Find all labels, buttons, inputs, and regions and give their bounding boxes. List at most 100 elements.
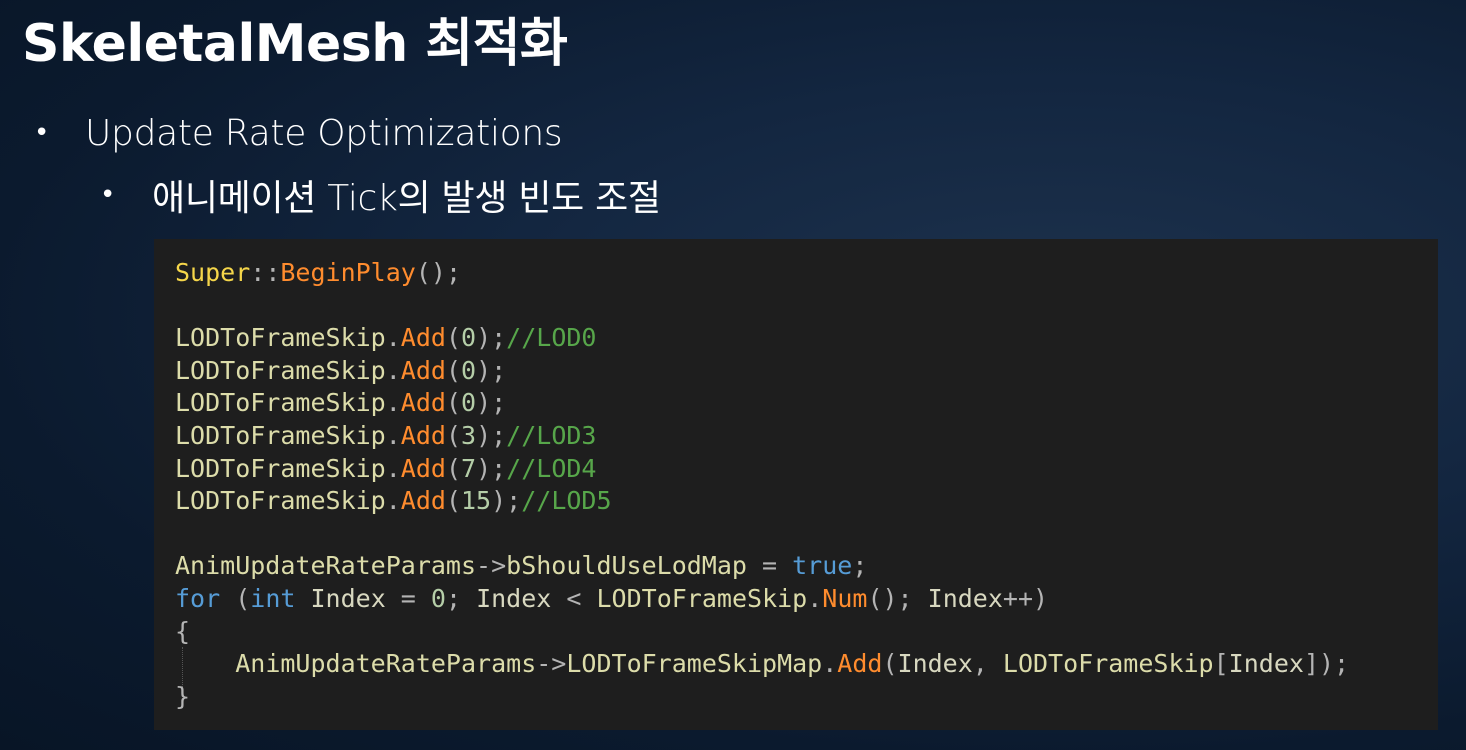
code-token: int <box>250 583 296 613</box>
code-token: 3 <box>461 420 477 450</box>
code-token: Index <box>476 583 552 613</box>
code-token: . <box>385 420 401 450</box>
code-line: AnimUpdateRateParams->bShouldUseLodMap =… <box>175 550 1349 583</box>
code-token: 0 <box>461 323 477 353</box>
code-token: ]); <box>1303 649 1350 679</box>
code-line: for (int Index = 0; Index < LODToFrameSk… <box>175 583 1349 616</box>
code-token: LODToFrameSkip <box>596 583 808 613</box>
code-token: ; <box>852 551 868 581</box>
code-token: ( <box>445 420 461 450</box>
code-token: Super <box>175 258 251 287</box>
code-token: 0 <box>461 355 477 385</box>
code-token: . <box>385 323 401 353</box>
bullet-dot-icon: • <box>34 118 50 148</box>
code-line: { <box>175 616 1349 649</box>
code-token: ( <box>445 323 461 353</box>
code-token: Index <box>310 583 386 613</box>
code-token: (); <box>415 258 461 287</box>
code-line: LODToFrameSkip.Add(7);//LOD4 <box>175 453 1349 486</box>
code-token: ); <box>491 486 522 516</box>
code-token: ( <box>445 355 461 385</box>
code-token: ); <box>476 355 507 385</box>
code-token: 7 <box>461 453 477 483</box>
code-line: } <box>175 681 1349 714</box>
code-token: LODToFrameSkip <box>175 486 386 516</box>
code-token: LODToFrameSkip <box>1002 649 1214 679</box>
code-line: LODToFrameSkip.Add(0); <box>175 387 1349 420</box>
code-token: Add <box>400 420 446 450</box>
code-token: ( <box>445 486 461 516</box>
code-token: ); <box>476 420 507 450</box>
code-token: . <box>822 649 838 679</box>
code-token: Index <box>897 649 973 679</box>
code-panel: Super::BeginPlay(); LODToFrameSkip.Add(0… <box>154 239 1438 730</box>
code-token: = <box>385 583 431 613</box>
bullet-text: 애니메이션 Tick의 발생 빈도 조절 <box>152 178 661 219</box>
code-token: Add <box>400 388 446 418</box>
code-token: LODToFrameSkip <box>175 388 386 418</box>
bullet-dot-icon: • <box>100 180 116 210</box>
code-line: LODToFrameSkip.Add(15);//LOD5 <box>175 485 1349 518</box>
code-token: Index <box>927 583 1003 613</box>
code-token: true <box>792 551 853 581</box>
code-line: LODToFrameSkip.Add(0);//LOD0 <box>175 322 1349 355</box>
code-token: . <box>807 583 823 613</box>
code-line: AnimUpdateRateParams->LODToFrameSkipMap.… <box>175 648 1349 681</box>
code-token: ); <box>476 453 507 483</box>
code-token: ( <box>445 388 461 418</box>
code-token: LODToFrameSkip <box>175 420 386 450</box>
code-token: ++) <box>1002 583 1049 613</box>
code-token: ); <box>476 388 507 418</box>
code-token: Add <box>400 323 446 353</box>
code-token: 0 <box>461 388 477 418</box>
code-token: Num <box>822 583 868 613</box>
code-token: ); <box>476 323 507 353</box>
code-token: . <box>385 388 401 418</box>
code-token: //LOD0 <box>506 323 597 353</box>
code-token: (); <box>867 583 928 613</box>
code-token: -> <box>536 649 567 679</box>
code-token: Add <box>400 355 446 385</box>
code-token: BeginPlay <box>280 258 416 287</box>
code-token: //LOD3 <box>506 420 597 450</box>
code-token: Index <box>1228 649 1304 679</box>
code-token: { <box>175 616 191 646</box>
code-token: ( <box>882 649 898 679</box>
code-token: [ <box>1213 649 1229 679</box>
code-token: LODToFrameSkip <box>175 453 386 483</box>
code-token: . <box>385 486 401 516</box>
code-token: LODToFrameSkip <box>175 355 386 385</box>
code-token: Add <box>400 486 446 516</box>
bullet-text: Update Rate Optimizations <box>85 112 563 154</box>
code-token: ( <box>220 583 251 613</box>
code-token: ; <box>445 583 477 613</box>
code-token: bShouldUseLodMap <box>506 551 747 581</box>
code-token: //LOD4 <box>506 453 597 483</box>
code-token: LODToFrameSkipMap <box>566 649 823 679</box>
code-token: Add <box>400 453 446 483</box>
code-line: Super::BeginPlay(); <box>175 257 1349 290</box>
code-token: AnimUpdateRateParams <box>175 551 477 581</box>
code-token: < <box>551 583 597 613</box>
code-token: //LOD5 <box>521 486 612 516</box>
code-token: . <box>385 453 401 483</box>
code-token: . <box>385 355 401 385</box>
code-token: } <box>175 681 191 711</box>
slide-title: SkeletalMesh 최적화 <box>22 14 568 74</box>
code-token: = <box>746 551 793 581</box>
code-block: Super::BeginPlay(); LODToFrameSkip.Add(0… <box>175 257 1349 713</box>
code-token: Add <box>837 649 883 679</box>
code-token: AnimUpdateRateParams <box>235 649 537 679</box>
code-token: for <box>175 583 221 613</box>
code-line: LODToFrameSkip.Add(0); <box>175 355 1349 388</box>
code-line: LODToFrameSkip.Add(3);//LOD3 <box>175 420 1349 453</box>
bullet-item-update-rate: • Update Rate Optimizations <box>34 108 563 158</box>
code-token: -> <box>476 551 507 581</box>
code-token: 0 <box>430 583 446 613</box>
bullet-item-tick-frequency: • 애니메이션 Tick의 발생 빈도 조절 <box>100 170 661 220</box>
code-token: , <box>972 649 1003 679</box>
